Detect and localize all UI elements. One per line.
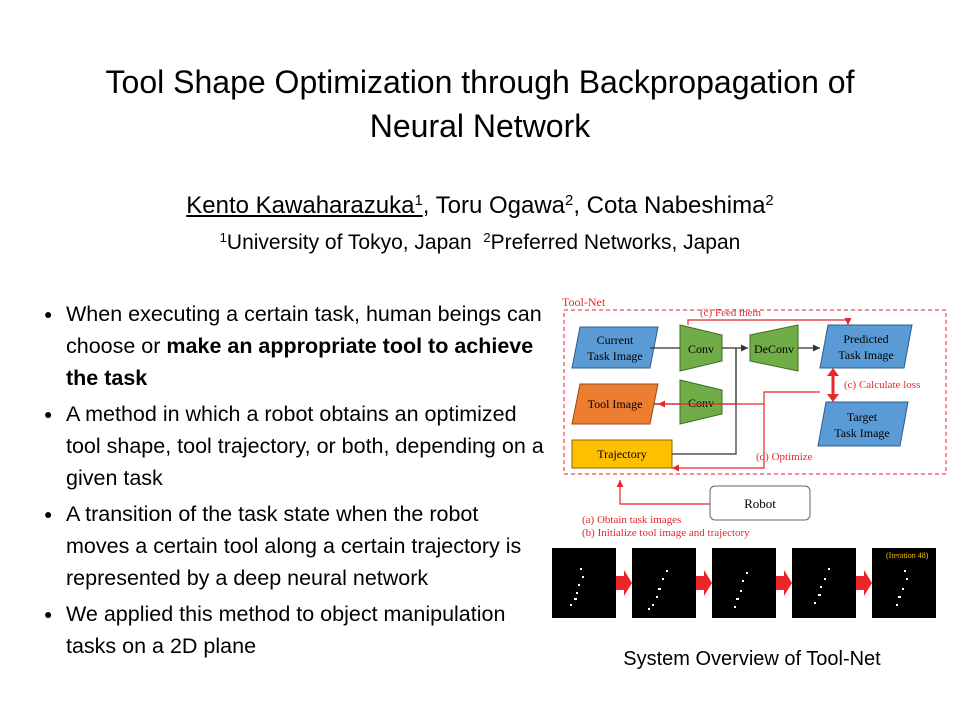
target-task-image-label: Target <box>847 410 878 424</box>
bullet-item: ● A method in which a robot obtains an op… <box>44 398 544 494</box>
bullet-item: ● When executing a certain task, human be… <box>44 298 544 394</box>
affiliation-1: 1University of Tokyo, Japan <box>219 229 472 254</box>
bullet-item: ● A transition of the task state when the… <box>44 498 544 594</box>
conv-2-label: Conv <box>688 396 714 410</box>
trajectory-label: Trajectory <box>597 447 647 461</box>
right-arrow-icon <box>856 570 872 596</box>
bullet-dot-icon: ● <box>44 506 53 522</box>
current-task-image-label: Current <box>597 333 634 347</box>
author-name-3: Cota Nabeshima2 <box>586 192 774 219</box>
title-line-2: Neural Network <box>369 108 591 144</box>
initialize-label: (b) Initialize tool image and trajectory <box>582 527 750 539</box>
bullet-dot-icon: ● <box>44 606 53 622</box>
iteration-image-strip: (Iteration 48) <box>552 548 936 618</box>
author-name-1: Kento Kawaharazuka1 <box>186 192 423 219</box>
slide-title: Tool Shape Optimization through Backprop… <box>0 60 960 148</box>
obtain-images-label: (a) Obtain task images <box>582 514 681 526</box>
right-arrow-icon <box>776 570 792 596</box>
optimize-label: (d) Optimize <box>756 451 813 463</box>
title-line-1: Tool Shape Optimization through Backprop… <box>105 64 855 100</box>
affiliation-2: 2Preferred Networks, Japan <box>483 229 741 254</box>
predicted-task-image-label: Task Image <box>838 348 893 362</box>
loss-arrow-head-down <box>827 394 839 402</box>
affiliation-list: 1University of Tokyo, Japan 2Preferred N… <box>0 228 960 258</box>
right-arrow-icon <box>696 570 712 596</box>
iteration-frame-3 <box>712 548 776 618</box>
current-task-image-label: Task Image <box>587 349 642 363</box>
tool-net-label: Tool-Net <box>562 295 606 309</box>
figure-caption: System Overview of Tool-Net <box>623 648 881 670</box>
target-task-image-label: Task Image <box>834 426 889 440</box>
iteration-frame-2 <box>632 548 696 618</box>
iteration-frame-4 <box>792 548 856 618</box>
author-list: Kento Kawaharazuka1, Toru Ogawa2, Cota N… <box>186 192 774 219</box>
right-arrow-icon <box>616 570 632 596</box>
loss-arrow-head-up <box>827 368 839 376</box>
conv-1-label: Conv <box>688 342 714 356</box>
robot-label: Robot <box>744 496 776 511</box>
bullet-dot-icon: ● <box>44 306 53 322</box>
feed-arrow <box>687 317 852 325</box>
iteration-frame-1 <box>552 548 616 618</box>
predicted-task-image-label: Predicted <box>843 332 888 346</box>
deconv-label: DeConv <box>754 342 794 356</box>
calculate-loss-label: (c) Calculate loss <box>844 379 920 391</box>
tool-net-diagram: Tool-Net (c) Feed them Current Task Imag… <box>562 295 947 539</box>
bullet-list: ● When executing a certain task, human be… <box>44 298 544 666</box>
bullet-dot-icon: ● <box>44 406 53 422</box>
bullet-item: ● We applied this method to object manipu… <box>44 598 544 662</box>
connector <box>722 347 737 405</box>
obtain-arrow <box>616 480 710 505</box>
feed-label: (c) Feed them <box>700 307 762 319</box>
tool-image-label: Tool Image <box>588 397 643 411</box>
author-name-2: Toru Ogawa2 <box>435 192 574 219</box>
iteration-label: (Iteration 48) <box>886 551 929 560</box>
